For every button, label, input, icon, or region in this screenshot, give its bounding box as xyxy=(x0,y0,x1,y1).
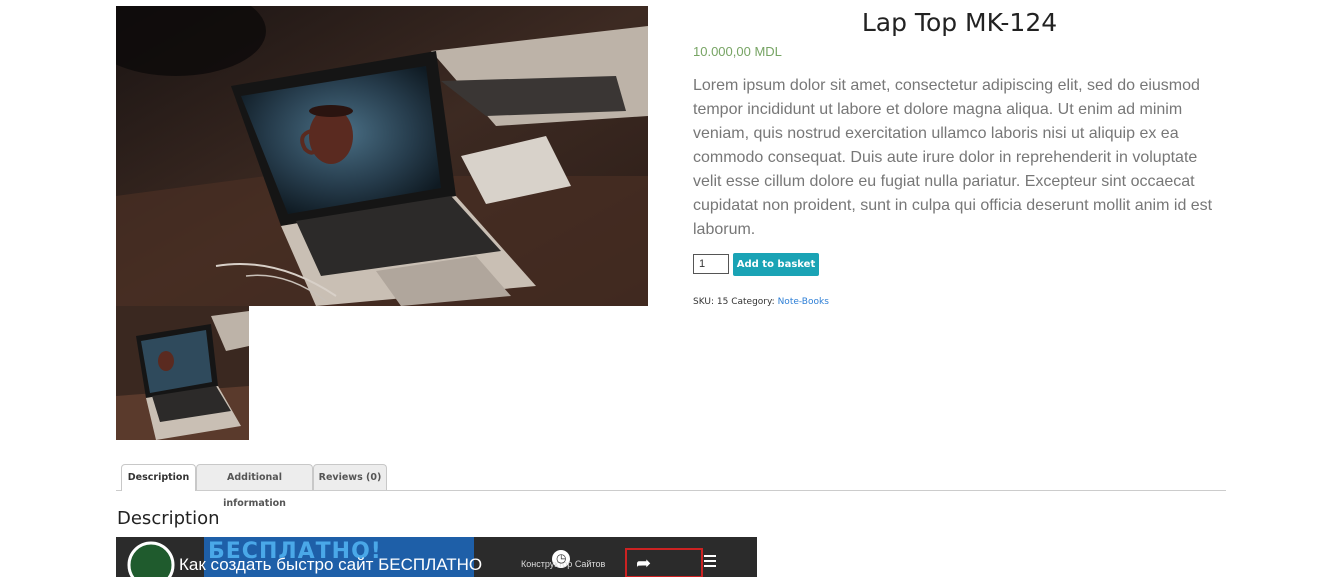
product-meta: SKU: 15 Category: Note-Books xyxy=(693,297,829,307)
product-price: 10.000,00 MDL xyxy=(693,44,782,59)
sku-value: 15 xyxy=(716,297,729,307)
quantity-input[interactable] xyxy=(693,254,729,274)
tab-additional-information[interactable]: Additional information xyxy=(196,464,313,509)
add-to-basket-button[interactable]: Add to basket xyxy=(733,253,819,276)
tab-description[interactable]: Description xyxy=(121,464,196,491)
sku-label: SKU: xyxy=(693,297,714,307)
tab-reviews[interactable]: Reviews (0) xyxy=(313,464,387,490)
description-heading: Description xyxy=(117,508,220,529)
video-title: Как создать быстро сайт БЕСПЛАТНО xyxy=(179,555,483,574)
category-label: Category: xyxy=(731,297,775,307)
clock-icon: ◷ xyxy=(556,551,567,565)
share-icon[interactable]: ➦ xyxy=(636,553,651,574)
laptop-photo xyxy=(116,6,648,306)
category-link[interactable]: Note-Books xyxy=(778,297,829,307)
embedded-video[interactable]: БЕСПЛАТНО! Как создать быстро сайт БЕСПЛ… xyxy=(116,537,757,577)
product-short-description: Lorem ipsum dolor sit amet, consectetur … xyxy=(693,77,1213,238)
product-thumbnail[interactable] xyxy=(116,306,249,440)
laptop-thumbnail-photo xyxy=(116,306,249,440)
product-title: Lap Top MK-124 xyxy=(861,8,1058,37)
product-main-image[interactable] xyxy=(116,6,648,306)
